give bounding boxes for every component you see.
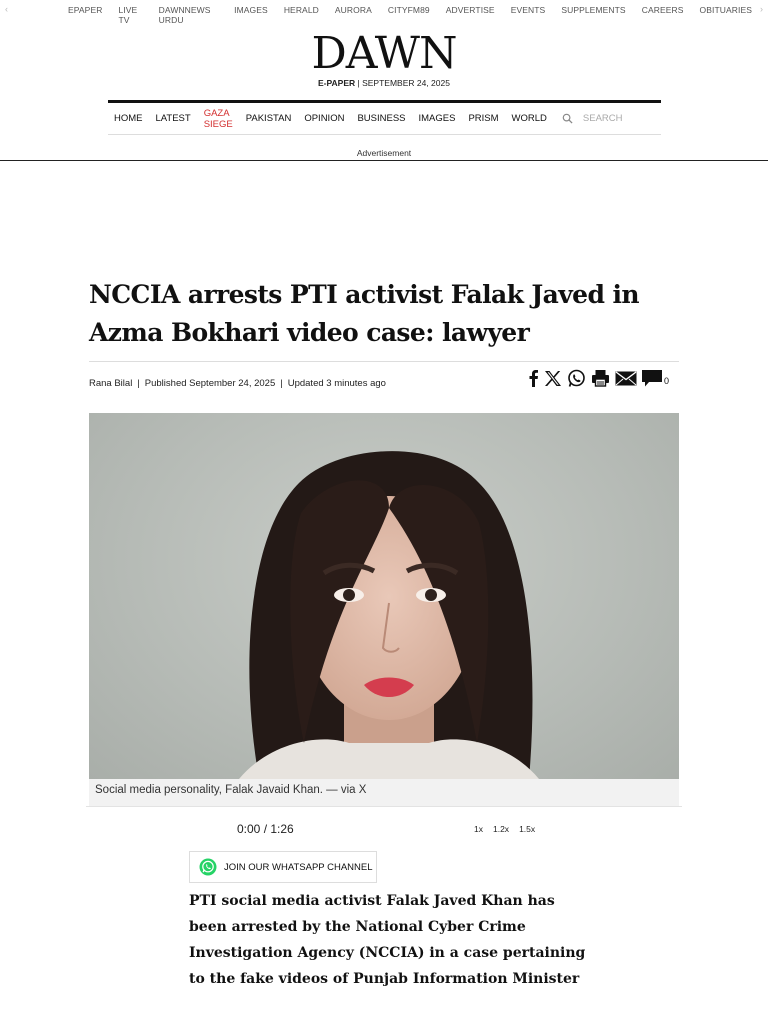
published-date: Published September 24, 2025 [144,378,276,389]
speed-1-5x-button[interactable]: 1.5x [519,824,535,834]
byline: Rana Bilal | Published September 24, 202… [89,378,386,389]
utility-link-herald[interactable]: HERALD [284,5,319,25]
whatsapp-channel-button[interactable]: JOIN OUR WHATSAPP CHANNEL [189,851,377,883]
x-icon[interactable] [544,368,562,388]
utility-link-supplements[interactable]: SUPPLEMENTS [561,5,625,25]
whatsapp-icon[interactable] [567,368,586,388]
nav-business[interactable]: BUSINESS [357,113,405,124]
nav-pakistan[interactable]: PAKISTAN [246,113,292,124]
utility-links: EPAPER LIVE TV DAWNNEWS URDU IMAGES HERA… [68,5,768,25]
nav-home[interactable]: HOME [114,113,143,124]
print-icon[interactable] [591,368,610,388]
caption-divider [86,806,682,807]
share-bar: 0 [528,368,669,388]
edition-line: E-PAPER | SEPTEMBER 24, 2025 [0,78,768,88]
search-box [562,113,663,124]
utility-link-live-tv[interactable]: LIVE TV [118,5,142,25]
whatsapp-channel-label: JOIN OUR WHATSAPP CHANNEL [224,861,373,873]
author-link[interactable]: Rana Bilal [89,378,132,389]
search-icon[interactable] [562,113,573,124]
utility-link-dawnnews-urdu[interactable]: DAWNNEWS URDU [159,5,219,25]
top-utility-bar: ‹ EPAPER LIVE TV DAWNNEWS URDU IMAGES HE… [0,0,768,25]
utility-link-careers[interactable]: CAREERS [642,5,684,25]
facebook-icon[interactable] [528,368,539,388]
nav-prism[interactable]: PRISM [468,113,498,124]
utility-link-images[interactable]: IMAGES [234,5,268,25]
epaper-link[interactable]: E-PAPER [318,78,355,88]
nav-images[interactable]: IMAGES [419,113,456,124]
utility-link-aurora[interactable]: AURORA [335,5,372,25]
byline-separator: | [137,378,140,389]
article-hero-image [89,413,679,779]
advertisement-label: Advertisement [356,148,412,158]
utility-link-events[interactable]: EVENTS [511,5,546,25]
email-icon[interactable] [615,368,637,388]
dawn-logo[interactable]: DAWN [0,30,768,78]
utility-link-obituaries[interactable]: OBITUARIES [700,5,752,25]
search-input[interactable] [582,113,663,124]
utility-link-cityfm89[interactable]: CITYFM89 [388,5,430,25]
nav-opinion[interactable]: OPINION [304,113,344,124]
article-headline: NCCIA arrests PTI activist Falak Javed i… [89,280,640,347]
audio-time: 0:00 / 1:26 [237,822,294,836]
speed-1x-button[interactable]: 1x [474,824,483,834]
headline-divider [89,361,679,362]
byline-separator: | [280,378,283,389]
updated-time: Updated 3 minutes ago [287,378,386,389]
main-nav: HOME LATEST GAZA SIEGE PAKISTAN OPINION … [108,100,663,135]
utility-link-advertise[interactable]: ADVERTISE [446,5,495,25]
comment-icon[interactable] [642,368,662,388]
playback-speeds: 1x 1.2x 1.5x [474,824,535,834]
speed-1-2x-button[interactable]: 1.2x [493,824,509,834]
portrait-image [239,451,539,779]
edition-date: SEPTEMBER 24, 2025 [362,78,450,88]
scroll-left-icon[interactable]: ‹ [5,4,8,14]
whatsapp-channel-icon [199,858,217,876]
article-body-lead: PTI social media activist Falak Javed Kh… [189,893,586,987]
utility-link-epaper[interactable]: EPAPER [68,5,102,25]
scroll-right-icon[interactable]: › [760,4,763,14]
nav-world[interactable]: WORLD [512,113,547,124]
nav-latest[interactable]: LATEST [156,113,191,124]
image-caption: Social media personality, Falak Javaid K… [89,779,679,806]
comment-count: 0 [664,376,670,386]
advertisement-divider [0,160,768,161]
nav-gaza-siege[interactable]: GAZA SIEGE [204,108,233,130]
